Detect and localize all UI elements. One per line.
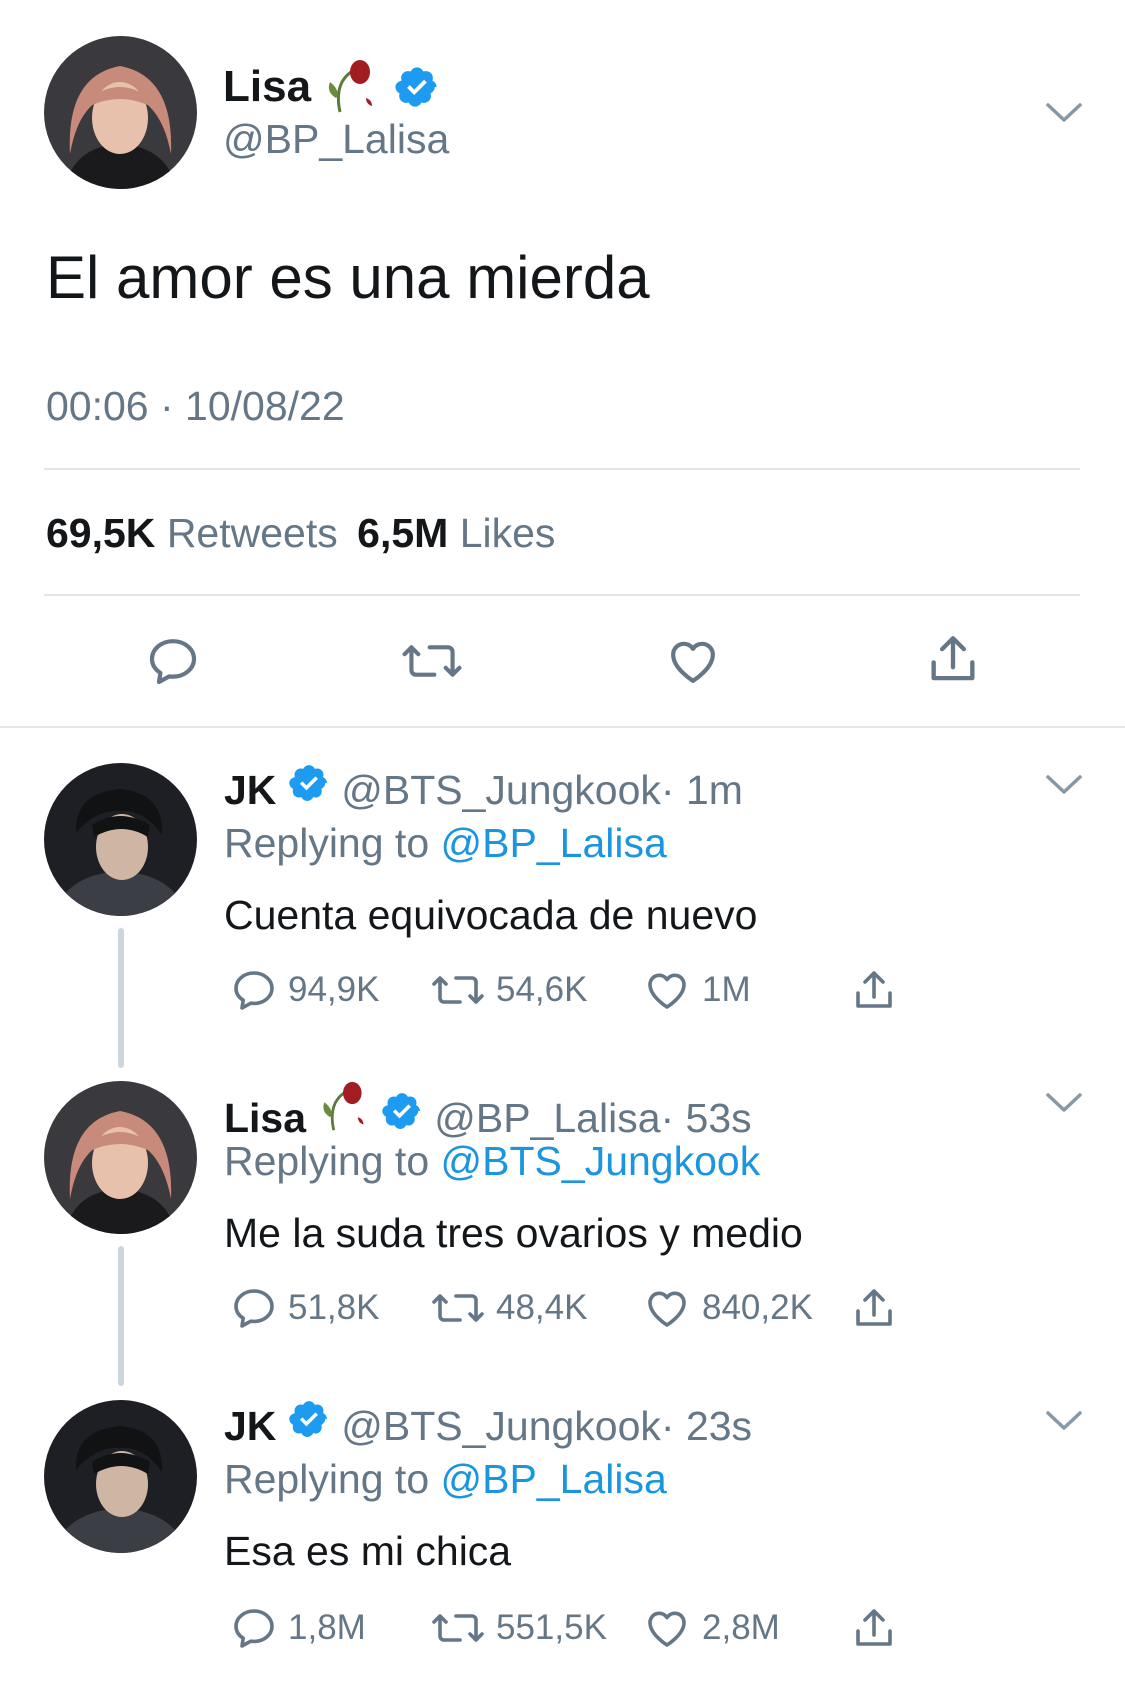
avatar-lisa[interactable] (44, 36, 197, 189)
reply-text: Esa es mi chica (224, 1528, 512, 1574)
reply-icon[interactable] (145, 633, 201, 689)
chevron-down-icon[interactable] (1044, 772, 1084, 798)
reply-handle[interactable]: @BTS_Jungkook (341, 1403, 661, 1449)
reply-action[interactable]: 51,8K (230, 1284, 379, 1332)
wilted-rose-emoji (322, 58, 378, 119)
reply-count: 94,9K (288, 970, 380, 1009)
thread-line (118, 1246, 124, 1386)
like-count: 840,2K (702, 1288, 813, 1327)
like-action[interactable]: 1M (642, 966, 751, 1014)
verified-icon (288, 1398, 330, 1440)
share-icon[interactable] (850, 1604, 898, 1654)
replying-to-handle[interactable]: @BTS_Jungkook (441, 1138, 761, 1184)
replying-prefix: Replying to (224, 820, 430, 866)
reply-icon[interactable] (230, 1604, 278, 1652)
reply-header: JK @BTS_Jungkook· 1m (224, 762, 743, 814)
retweet-action[interactable]: 54,6K (430, 966, 587, 1014)
retweet-icon[interactable] (430, 966, 486, 1014)
reply-header: JK @BTS_Jungkook· 23s (224, 1398, 752, 1450)
retweet-icon[interactable] (430, 1284, 486, 1332)
replying-to-handle[interactable]: @BP_Lalisa (441, 820, 667, 866)
retweet-icon[interactable] (430, 1604, 486, 1652)
like-count: 2,8M (702, 1608, 780, 1647)
retweet-action[interactable]: 551,5K (430, 1604, 607, 1652)
reply-count: 1,8M (288, 1608, 366, 1647)
wilted-rose-emoji (317, 1080, 369, 1132)
reply-handle[interactable]: @BP_Lalisa (434, 1095, 660, 1141)
divider (44, 594, 1080, 596)
like-action[interactable]: 840,2K (642, 1284, 813, 1332)
retweet-icon[interactable] (400, 633, 464, 689)
retweets-count[interactable]: 69,5K (46, 510, 155, 556)
retweet-action[interactable]: 48,4K (430, 1284, 587, 1332)
reply-text: Me la suda tres ovarios y medio (224, 1210, 803, 1256)
chevron-down-icon[interactable] (1044, 1408, 1084, 1434)
like-icon[interactable] (642, 966, 692, 1014)
retweet-count: 54,6K (496, 970, 588, 1009)
reply-author-name[interactable]: JK (224, 767, 276, 813)
likes-count[interactable]: 6,5M (357, 510, 448, 556)
retweet-count: 48,4K (496, 1288, 588, 1327)
replying-to-line: Replying to @BP_Lalisa (224, 1456, 667, 1503)
replying-prefix: Replying to (224, 1138, 430, 1184)
divider (44, 468, 1080, 470)
replying-to-line: Replying to @BP_Lalisa (224, 820, 667, 867)
avatar-jk[interactable] (44, 1400, 197, 1553)
retweets-label[interactable]: Retweets (167, 510, 338, 556)
tweet-text: El amor es una mierda (46, 244, 650, 311)
engagement-stats: 69,5K Retweets 6,5M Likes (46, 510, 555, 557)
avatar-lisa[interactable] (44, 1081, 197, 1234)
reply-time[interactable]: · 1m (661, 767, 743, 813)
chevron-down-icon[interactable] (1044, 100, 1084, 126)
verified-icon (394, 64, 440, 115)
like-icon[interactable] (642, 1284, 692, 1332)
like-action[interactable]: 2,8M (642, 1604, 780, 1652)
replying-to-handle[interactable]: @BP_Lalisa (441, 1456, 667, 1502)
replying-to-line: Replying to @BTS_Jungkook (224, 1138, 760, 1185)
verified-icon (381, 1090, 423, 1132)
reply-action[interactable]: 1,8M (230, 1604, 366, 1652)
share-icon[interactable] (924, 630, 982, 690)
section-divider (0, 726, 1125, 728)
tweet-timestamp[interactable]: 00:06 · 10/08/22 (46, 383, 345, 430)
retweet-count: 551,5K (496, 1608, 607, 1647)
reply-handle[interactable]: @BTS_Jungkook (341, 767, 661, 813)
like-count: 1M (702, 970, 751, 1009)
reply-time[interactable]: · 23s (661, 1403, 752, 1449)
like-icon[interactable] (642, 1604, 692, 1652)
reply-icon[interactable] (230, 966, 278, 1014)
avatar-jk[interactable] (44, 763, 197, 916)
reply-author-name[interactable]: JK (224, 1403, 276, 1449)
reply-count: 51,8K (288, 1288, 380, 1327)
likes-label[interactable]: Likes (460, 510, 556, 556)
share-icon[interactable] (850, 1284, 898, 1334)
author-handle[interactable]: @BP_Lalisa (223, 116, 449, 163)
chevron-down-icon[interactable] (1044, 1090, 1084, 1116)
share-icon[interactable] (850, 966, 898, 1016)
author-name[interactable]: Lisa (223, 62, 311, 112)
reply-time[interactable]: · 53s (661, 1095, 752, 1141)
like-icon[interactable] (664, 633, 722, 689)
reply-author-name[interactable]: Lisa (224, 1095, 306, 1141)
thread-line (118, 928, 124, 1068)
reply-header: Lisa @BP_Lalisa· 53s (224, 1080, 752, 1142)
reply-action[interactable]: 94,9K (230, 966, 379, 1014)
reply-text: Cuenta equivocada de nuevo (224, 892, 758, 938)
replying-prefix: Replying to (224, 1456, 430, 1502)
reply-icon[interactable] (230, 1284, 278, 1332)
verified-icon (288, 762, 330, 804)
